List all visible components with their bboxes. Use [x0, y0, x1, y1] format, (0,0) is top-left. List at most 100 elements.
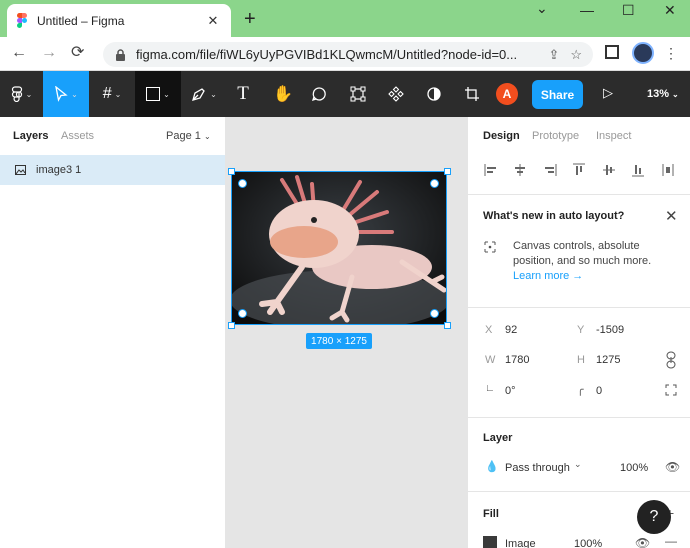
move-tool-button[interactable]: ⌄: [43, 71, 89, 117]
user-avatar[interactable]: A: [496, 83, 518, 105]
close-icon[interactable]: ✕: [665, 207, 678, 225]
fill-opacity-input[interactable]: 100%: [574, 538, 602, 548]
forward-arrow-icon[interactable]: →: [41, 43, 57, 63]
comment-tool-button[interactable]: [304, 71, 334, 117]
resize-handle-top-left[interactable]: [228, 168, 235, 175]
distribute-icon[interactable]: [660, 162, 676, 178]
eye-icon[interactable]: 👁: [665, 460, 680, 474]
tab-search-icon[interactable]: ⌄: [536, 0, 548, 17]
align-right-icon[interactable]: [542, 162, 558, 178]
chevron-down-icon: ⌄: [71, 89, 78, 99]
profile-avatar[interactable]: [632, 42, 654, 64]
resize-handle-top-right[interactable]: [444, 168, 451, 175]
zoom-dropdown[interactable]: 13% ⌄: [647, 88, 679, 100]
address-bar[interactable]: figma.com/file/fiWL6yUyPGVIBd1KLQwmcM/Un…: [103, 42, 593, 67]
blend-mode-select[interactable]: Pass through: [505, 462, 570, 474]
radius-handle-top-right[interactable]: [430, 179, 439, 188]
align-bottom-icon[interactable]: [630, 162, 646, 178]
independent-corners-icon[interactable]: [665, 384, 677, 396]
bookmark-star-icon[interactable]: ☆: [570, 47, 582, 63]
height-input[interactable]: 1275: [596, 354, 620, 366]
eye-icon[interactable]: 👁: [635, 536, 650, 548]
corner-radius-input[interactable]: 0: [596, 385, 602, 397]
crop-tool-button[interactable]: [457, 71, 487, 117]
chevron-down-icon: ⌄: [210, 89, 217, 99]
radius-handle-bottom-left[interactable]: [238, 309, 247, 318]
frame-tool-button[interactable]: # ⌄: [89, 71, 135, 117]
minimize-button[interactable]: —: [580, 2, 594, 18]
side-panel-icon[interactable]: [605, 45, 619, 59]
radius-handle-top-left[interactable]: [238, 179, 247, 188]
fill-type-label[interactable]: Image: [505, 538, 536, 548]
hand-icon: ✋: [273, 86, 293, 103]
comment-bubble-icon: [311, 87, 326, 102]
learn-more-link[interactable]: Learn more →: [513, 270, 583, 282]
figma-toolbar: ⌄ ⌄ # ⌄ ⌄ ⌄ T ✋: [0, 71, 690, 117]
fill-thumbnail[interactable]: [483, 536, 497, 548]
text-tool-button[interactable]: T: [228, 71, 258, 117]
contrast-half-circle-icon: [427, 87, 441, 101]
pen-tool-button[interactable]: ⌄: [181, 71, 227, 117]
tab-close-icon[interactable]: ✕: [205, 13, 221, 29]
reload-icon[interactable]: ⟳: [71, 43, 84, 63]
hand-tool-button[interactable]: ✋: [268, 71, 298, 117]
back-arrow-icon[interactable]: ←: [11, 43, 27, 63]
contrast-tool-button[interactable]: [419, 71, 449, 117]
share-button[interactable]: Share: [532, 80, 583, 109]
lock-icon: [115, 48, 126, 61]
alignment-toolbar: [468, 162, 690, 182]
align-vertical-center-icon[interactable]: [601, 162, 617, 178]
tab-layers[interactable]: Layers: [13, 130, 48, 142]
layer-section-title: Layer: [483, 432, 513, 444]
rotation-input[interactable]: 0°: [505, 385, 516, 397]
y-input[interactable]: -1509: [596, 324, 624, 336]
page-selector[interactable]: Page 1 ⌄: [166, 130, 211, 142]
resize-handle-bottom-right[interactable]: [444, 322, 451, 329]
width-input[interactable]: 1780: [505, 354, 529, 366]
main-menu-button[interactable]: ⌄: [0, 71, 43, 117]
divider: [468, 417, 690, 418]
tab-design[interactable]: Design: [483, 130, 520, 142]
help-button[interactable]: ?: [637, 500, 671, 534]
new-tab-button[interactable]: +: [244, 9, 256, 29]
left-panel: Layers Assets Page 1 ⌄ image3 1: [0, 117, 226, 548]
rotation-icon: ∟: [485, 383, 495, 394]
tab-inspect[interactable]: Inspect: [596, 130, 631, 142]
x-label: X: [485, 324, 493, 336]
resize-handle-bottom-left[interactable]: [228, 322, 235, 329]
align-left-icon[interactable]: [483, 162, 499, 178]
tab-assets[interactable]: Assets: [61, 130, 94, 142]
tab-title: Untitled – Figma: [37, 13, 125, 28]
close-window-button[interactable]: ✕: [664, 2, 676, 19]
figma-favicon-icon: [17, 13, 27, 28]
components-tool-button[interactable]: [381, 71, 411, 117]
maximize-button[interactable]: ☐: [622, 2, 635, 19]
axolotl-image[interactable]: [231, 171, 447, 325]
divider: [468, 491, 690, 492]
url-text[interactable]: figma.com/file/fiWL6yUyPGVIBd1KLQwmcM/Un…: [136, 47, 548, 62]
radius-handle-bottom-right[interactable]: [430, 309, 439, 318]
w-label: W: [485, 354, 496, 366]
chevron-down-icon: ⌄: [203, 132, 211, 141]
tab-prototype[interactable]: Prototype: [532, 130, 579, 142]
align-top-icon[interactable]: [571, 162, 587, 178]
component-diamond-icon: [388, 86, 404, 102]
align-horizontal-center-icon[interactable]: [512, 162, 528, 178]
corner-radius-icon: ╭: [577, 384, 584, 396]
constrain-proportions-icon[interactable]: [664, 351, 678, 369]
layer-opacity-input[interactable]: 100%: [620, 462, 648, 474]
x-input[interactable]: 92: [505, 324, 517, 336]
layer-name: image3 1: [36, 164, 82, 176]
browser-menu-icon[interactable]: ⋮: [664, 45, 678, 62]
fill-section-title: Fill: [483, 508, 499, 520]
whats-new-text: Canvas controls, absolute position, and …: [513, 240, 652, 267]
bounding-box-icon: [350, 86, 366, 102]
shape-tool-button[interactable]: ⌄: [135, 71, 181, 117]
share-page-icon[interactable]: ⇪: [548, 47, 559, 63]
browser-tab[interactable]: Untitled – Figma ✕: [7, 4, 231, 37]
transform-tool-button[interactable]: [343, 71, 373, 117]
layer-item[interactable]: image3 1: [0, 155, 225, 185]
present-play-icon[interactable]: ▷: [603, 85, 613, 101]
chevron-down-icon: ⌄: [574, 459, 582, 469]
remove-fill-icon[interactable]: —: [665, 534, 677, 548]
